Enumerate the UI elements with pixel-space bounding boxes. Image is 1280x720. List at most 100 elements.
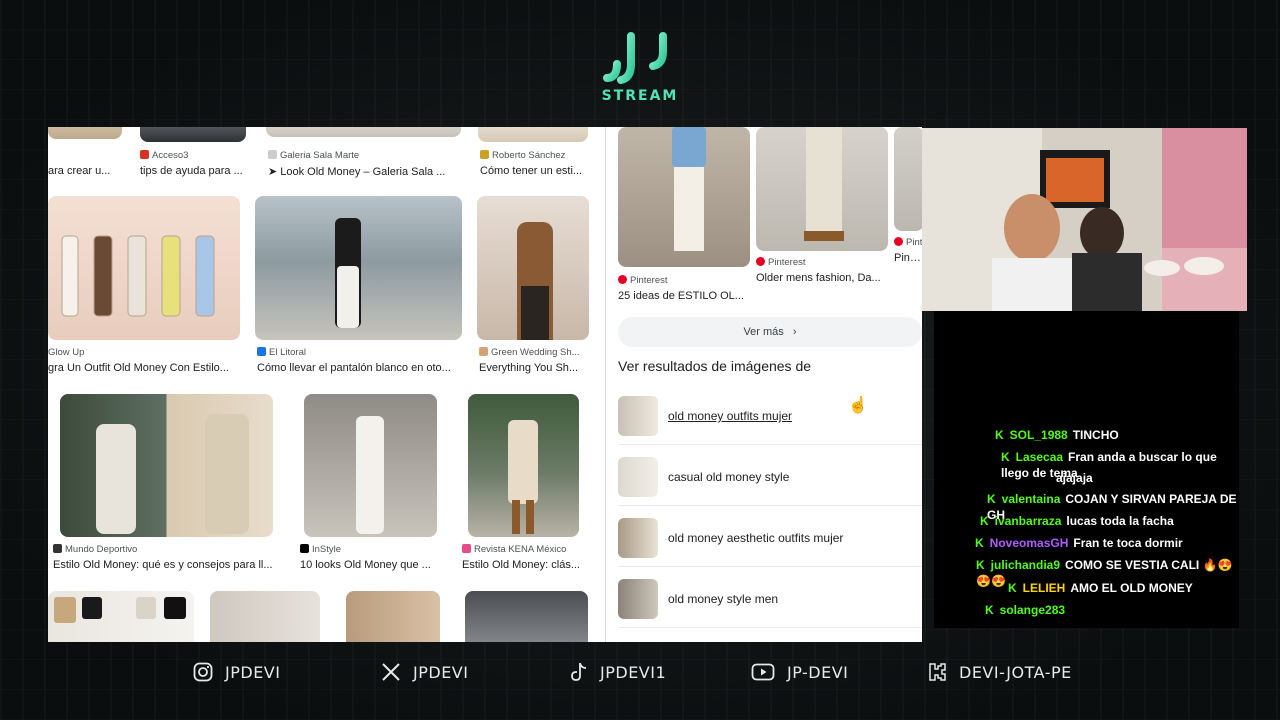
- roberto-favicon-icon: [480, 150, 489, 159]
- acceso3-favicon-icon: [140, 150, 149, 159]
- tiktok-icon: [571, 662, 587, 681]
- result-source: Pint: [894, 237, 922, 248]
- image-thumbnail[interactable]: [48, 591, 194, 642]
- ver-mas-button[interactable]: Ver más ›: [618, 317, 922, 347]
- result-source: Pinterest: [618, 275, 748, 286]
- chat-username[interactable]: valentaina: [1002, 492, 1061, 506]
- chat-username[interactable]: NoveomasGH: [990, 536, 1069, 550]
- result-source: Galeria Sala Marte: [268, 150, 458, 161]
- result-caption[interactable]: ➤ Look Old Money – Galeria Sala ...: [268, 165, 458, 178]
- image-thumbnail[interactable]: [894, 127, 922, 231]
- social-tiktok[interactable]: JPDEVI1: [570, 662, 666, 682]
- x-icon: [382, 663, 400, 681]
- result-caption[interactable]: ara crear u...: [48, 165, 122, 177]
- image-thumbnail[interactable]: [210, 591, 320, 642]
- image-thumbnail[interactable]: [48, 127, 122, 139]
- social-kick[interactable]: DEVI-JOTA-PE: [927, 662, 1072, 682]
- chat-message: K SOL_1988 TINCHO: [995, 427, 1119, 443]
- chat-message: K Lasecaa Fran anda a buscar lo que llego …: [1001, 449, 1241, 481]
- chat-text: TINCHO: [1072, 428, 1119, 442]
- result-caption[interactable]: Estilo Old Money: clás...: [462, 559, 592, 571]
- related-panel: Pinterest 25 ideas de ESTILO OL... Pinte…: [606, 127, 922, 642]
- result-caption[interactable]: Estilo Old Money: qué es y consejos para…: [53, 559, 283, 571]
- chat-username[interactable]: julichandia9: [991, 558, 1060, 572]
- result-source: Roberto Sánchez: [480, 150, 600, 161]
- kick-badge-icon: K: [980, 514, 989, 528]
- chat-username[interactable]: LELIEH: [1023, 581, 1066, 595]
- social-label: JPDEVI: [413, 662, 469, 682]
- image-thumbnail[interactable]: [465, 591, 588, 642]
- logo-text: STREAM: [601, 88, 679, 104]
- image-thumbnail[interactable]: [140, 127, 246, 142]
- result-source: Revista KENA México: [462, 544, 602, 555]
- hand-cursor-icon: ☝: [848, 397, 868, 414]
- ver-mas-label: Ver más: [743, 326, 784, 338]
- result-caption[interactable]: Cómo tener un esti...: [480, 165, 590, 177]
- image-thumbnail[interactable]: [48, 196, 240, 340]
- social-instagram[interactable]: JPDEVI: [193, 662, 280, 682]
- result-source: Glow Up: [48, 347, 85, 358]
- kick-badge-icon: K: [987, 492, 996, 506]
- image-thumbnail[interactable]: [618, 127, 750, 267]
- related-search-item[interactable]: old money outfits mujer: [618, 387, 922, 445]
- chat-text: Fran te toca dormir: [1073, 536, 1183, 550]
- chat-message: K LELIEH AMO EL OLD MONEY: [1008, 580, 1193, 596]
- result-source: El Litoral: [257, 347, 457, 358]
- related-thumbnail: [618, 396, 658, 436]
- result-caption[interactable]: tips de ayuda para ...: [140, 165, 250, 177]
- result-caption[interactable]: Older mens fashion, Da...: [756, 272, 888, 284]
- kick-icon: [929, 663, 946, 681]
- image-thumbnail[interactable]: [468, 394, 579, 537]
- webcam-scene-icon: [922, 128, 1247, 311]
- image-thumbnail[interactable]: [756, 127, 888, 251]
- related-search-item[interactable]: casual old money style: [618, 448, 922, 506]
- social-youtube[interactable]: JP-DEVI: [751, 662, 848, 682]
- mundodeportivo-favicon-icon: [53, 544, 62, 553]
- image-thumbnail[interactable]: [477, 196, 589, 340]
- related-search-label: old money style men: [668, 592, 779, 606]
- related-thumbnail: [618, 518, 658, 558]
- related-search-item[interactable]: old money aesthetic outfits mujer: [618, 509, 922, 567]
- related-search-item[interactable]: old money style men: [618, 570, 922, 628]
- image-thumbnail[interactable]: [266, 127, 461, 137]
- chat-username[interactable]: SOL_1988: [1010, 428, 1068, 442]
- kick-badge-icon: K: [995, 428, 1004, 442]
- chat-text: lucas toda la facha: [1066, 514, 1174, 528]
- youtube-icon: [751, 663, 775, 681]
- image-thumbnail[interactable]: [60, 394, 273, 537]
- image-thumbnail[interactable]: [255, 196, 462, 340]
- result-caption[interactable]: Pin by: [894, 252, 922, 264]
- chat-username[interactable]: solange283: [1000, 603, 1065, 617]
- result-caption[interactable]: Everything You Sh...: [479, 362, 591, 374]
- social-x[interactable]: JPDEVI: [381, 662, 468, 682]
- related-search-label: casual old money style: [668, 470, 790, 484]
- kick-badge-icon: K: [975, 536, 984, 550]
- related-thumbnail: [618, 579, 658, 619]
- related-thumbnail: [618, 457, 658, 497]
- social-label: JPDEVI: [225, 662, 281, 682]
- image-thumbnail[interactable]: [304, 394, 437, 537]
- chat-username[interactable]: ivanbarraza: [995, 514, 1062, 528]
- social-label: JP-DEVI: [787, 662, 849, 682]
- chat-message: ajajaja: [1056, 470, 1093, 486]
- outfit-figures-icon: [61, 235, 215, 317]
- pinterest-icon: [894, 237, 903, 246]
- kick-badge-icon: K: [1001, 450, 1010, 464]
- chat-username[interactable]: Lasecaa: [1016, 450, 1063, 464]
- image-results-grid: ara crear u... Acceso3 tips de ayuda par…: [48, 127, 604, 642]
- result-caption[interactable]: 25 ideas de ESTILO OL...: [618, 290, 750, 302]
- pinterest-icon: [756, 257, 765, 266]
- image-thumbnail[interactable]: [346, 591, 440, 642]
- result-source: Pinterest: [756, 257, 886, 268]
- result-caption[interactable]: Cómo llevar el pantalón blanco en oto...: [257, 362, 462, 374]
- result-caption[interactable]: gra Un Outfit Old Money Con Estilo...: [48, 362, 238, 374]
- related-search-label: old money outfits mujer: [668, 409, 793, 423]
- kick-badge-icon: K: [985, 603, 994, 617]
- result-caption[interactable]: 10 looks Old Money que ...: [300, 559, 440, 571]
- image-thumbnail[interactable]: [478, 127, 588, 142]
- result-source: Green Wedding Sh...: [479, 347, 591, 358]
- stream-logo: STREAM: [590, 30, 690, 104]
- browser-window: ara crear u... Acceso3 tips de ayuda par…: [48, 127, 922, 642]
- social-label: DEVI-JOTA-PE: [959, 662, 1072, 682]
- jp-logo-icon: [603, 32, 667, 84]
